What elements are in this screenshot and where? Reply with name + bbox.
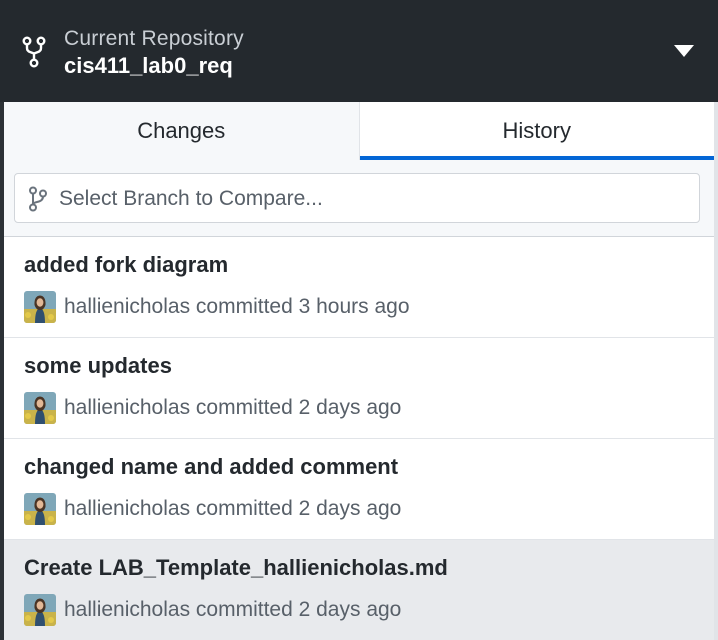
commit-list-item[interactable]: some updates hallienicholas committed 2 … <box>4 338 714 439</box>
commit-meta: hallienicholas committed 2 days ago <box>24 392 401 424</box>
avatar <box>24 493 56 525</box>
branch-compare-placeholder: Select Branch to Compare... <box>59 187 323 210</box>
triangle-down-icon[interactable] <box>673 44 695 58</box>
avatar <box>24 594 56 626</box>
background-window-edge-right <box>714 102 718 640</box>
commit-list-item[interactable]: changed name and added comment hallienic… <box>4 439 714 540</box>
tab-changes[interactable]: Changes <box>4 102 360 160</box>
avatar <box>24 291 56 323</box>
tab-bar: Changes History <box>4 102 714 161</box>
commit-byline: hallienicholas committed 2 days ago <box>64 598 402 621</box>
commit-list: added fork diagram hallienicholas commit… <box>4 237 714 640</box>
repository-header[interactable]: Current Repository cis411_lab0_req <box>0 0 718 102</box>
branch-compare-input[interactable]: Select Branch to Compare... <box>14 173 700 223</box>
commit-meta: hallienicholas committed 3 hours ago <box>24 291 410 323</box>
compare-bar: Select Branch to Compare... <box>4 160 714 237</box>
avatar <box>24 392 56 424</box>
repo-forked-icon <box>22 36 46 68</box>
git-branch-icon <box>29 186 47 212</box>
commit-byline: hallienicholas committed 3 hours ago <box>64 295 410 318</box>
commit-list-item[interactable]: added fork diagram hallienicholas commit… <box>4 237 714 338</box>
repository-name: cis411_lab0_req <box>64 53 233 78</box>
commit-meta: hallienicholas committed 2 days ago <box>24 594 401 626</box>
tab-history[interactable]: History <box>359 102 714 161</box>
commit-summary: changed name and added comment <box>24 454 399 479</box>
tab-changes-label: Changes <box>137 118 226 143</box>
tab-history-label: History <box>502 118 571 143</box>
repository-panel: Changes History Select Branch to Compare… <box>4 102 714 640</box>
commit-summary: added fork diagram <box>24 252 229 277</box>
commit-list-item-selected[interactable]: Create LAB_Template_hallienicholas.md ha… <box>4 540 714 640</box>
commit-byline: hallienicholas committed 2 days ago <box>64 497 402 520</box>
commit-meta: hallienicholas committed 2 days ago <box>24 493 401 525</box>
commit-byline: hallienicholas committed 2 days ago <box>64 396 402 419</box>
repository-caption: Current Repository <box>64 27 244 50</box>
commit-summary: Create LAB_Template_hallienicholas.md <box>24 555 448 580</box>
commit-summary: some updates <box>24 353 172 378</box>
